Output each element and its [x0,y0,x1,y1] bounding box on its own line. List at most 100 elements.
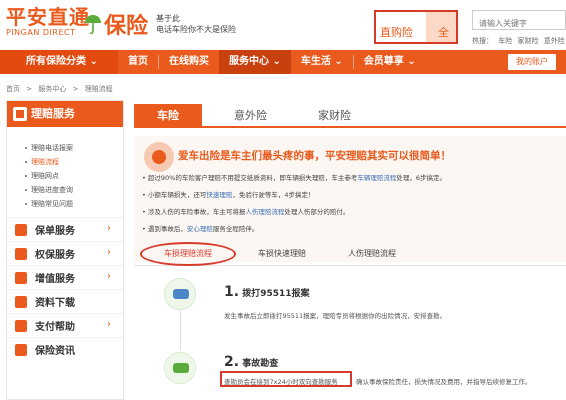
search-box [472,10,566,33]
brand-text: 保险 [104,14,149,39]
sidebar-head-claims[interactable]: 理赔服务 [7,101,123,127]
sidebar-head-label: 理赔服务 [31,107,75,120]
subtab-vehicle-damage[interactable]: 车损理赔流程 [146,244,230,264]
sidebar-sub-outlets[interactable]: 理赔网点 [25,169,123,183]
breadcrumb-separator: > [26,85,33,93]
sidebar-item-payment[interactable]: 支付帮助 › [7,313,123,337]
insurance-brand: 保险 基于此 电话车险你不大是保险 [84,8,236,40]
hot-link-accident[interactable]: 意外险 [544,37,565,45]
slogan-line-2: 电话车险你不大是保险 [156,25,237,34]
claim-steps: 1. 拨打95511报案 发生事故后立即拨打95511报案，理赔专员将根据你的出… [134,270,566,400]
subtab-quick-claim[interactable]: 车损快速理赔 [240,244,324,264]
breadcrumb-separator: > [72,85,79,93]
step-1-title-text: 拨打95511报案 [242,289,310,299]
hot-link-home[interactable]: 家财险 [517,37,538,45]
sidebar-item-label: 增值服务 [35,274,75,285]
sidebar-sub-phone-report[interactable]: 理赔电话报案 [25,141,123,155]
step-2-description-rest: 确认事故保险责任，损失情况及费用，并指导后续修复工作。 [356,378,532,386]
nav-service-center[interactable]: 服务中心 ⌄ [219,50,291,74]
chevron-down-icon: ⌄ [407,56,416,67]
chevron-down-icon: ⌄ [89,56,98,67]
service-sidebar: 理赔服务 理赔电话报案 理赔流程 理赔网点 理赔进度查询 理赔常见问题 保单服务… [6,100,124,400]
claims-icon [13,107,27,121]
hot-link-car[interactable]: 车险 [498,37,512,45]
breadcrumb-home[interactable]: 首页 [6,85,20,93]
nav-car-life-label: 车生活 [300,56,331,67]
bullet-text: • 遇到事故后， [142,225,187,233]
main-nav: 所有保险分类 ⌄ 首页 在线购买 服务中心 ⌄ 车生活 ⌄ 会员尊享 ⌄ 我的账… [0,50,566,74]
payment-icon [15,319,27,332]
survey-car-icon [164,352,196,384]
injury-claim-link[interactable]: 人伤理赔流程 [245,208,284,216]
sidebar-sub-progress[interactable]: 理赔进度查询 [25,183,123,197]
chevron-down-icon: ⌄ [334,56,343,67]
slogan: 基于此 电话车险你不大是保险 [156,13,236,35]
sidebar-item-news[interactable]: 保险资讯 [7,337,123,361]
sidebar-item-rights[interactable]: 权保服务 › [7,241,123,265]
sidebar-item-label: 保险资讯 [35,346,75,357]
bullet-text: • 涉及人伤的车险事故，车主可将报 [142,208,246,216]
chevron-right-icon: › [107,319,111,330]
phone-report-icon [164,278,196,310]
nav-all-categories[interactable]: 所有保险分类 ⌄ [0,50,118,74]
logo-main-text: 平安直通 [6,5,90,29]
banner-bullet: • 涉及人伤的车险事故，车主可将报人伤理赔流程处理人伤部分的赔付。 [142,204,562,221]
tab-car[interactable]: 车险 [134,104,202,128]
sidebar-item-label: 支付帮助 [35,322,75,333]
banner-bullets: • 超过90%的车险客户理赔不用提交纸质资料，即车辆损失理赔，车主参考车辆理赔流… [142,170,562,238]
breadcrumb-service[interactable]: 服务中心 [38,85,66,93]
nav-car-life[interactable]: 车生活 ⌄ [291,50,353,74]
nav-service-center-label: 服务中心 [229,56,269,67]
banner-title: 爱车出险是车主们最头疼的事，平安理赔其实可以很简单！ [178,150,451,162]
nav-member[interactable]: 会员尊享 ⌄ [354,50,426,74]
main-content: 车险 意外险 家财险 爱车出险是车主们最头疼的事，平安理赔其实可以很简单！ • … [134,100,566,400]
step-2-title: 2. 事故勘查 [224,354,278,370]
sidebar-item-value-added[interactable]: 增值服务 › [7,265,123,289]
nav-member-label: 会员尊享 [363,56,404,67]
promo-text-1: 直购险 [380,26,413,39]
sidebar-item-label: 保单服务 [35,226,75,237]
search-input[interactable] [473,14,565,33]
banner-bullet: • 小额车辆损失，还可快速理赔，免验行驶等车，4步搞定！ [142,187,562,204]
banner-bullet: • 超过90%的车险客户理赔不用提交纸质资料，即车辆损失理赔，车主参考车辆理赔流… [142,170,562,187]
step-1-description: 发生事故后立即拨打95511报案，理赔专员将根据你的出险情况，安排查勘。 [224,312,447,320]
quick-claim-link[interactable]: 快速理赔 [206,191,232,199]
news-icon [15,343,27,356]
tab-home-property[interactable]: 家财险 [318,104,351,128]
promo-banner[interactable]: 直购险 全 [374,10,458,44]
step-2-title-text: 事故勘查 [242,359,279,369]
nav-buy-online[interactable]: 在线购买 [159,50,219,74]
subtab-injury-claim[interactable]: 人伤理赔流程 [330,244,414,264]
tab-accident[interactable]: 意外险 [234,104,267,128]
promo-text-2: 全 [438,26,449,39]
nav-home[interactable]: 首页 [118,50,158,74]
process-subtabs: 车损理赔流程 车损快速理赔 人伤理赔流程 [134,240,566,266]
rights-icon [15,247,27,260]
sidebar-item-downloads[interactable]: 资料下载 [7,289,123,313]
chevron-right-icon: › [107,271,111,282]
step-2-description-highlight: 查勘员会在接到7x24小时双向查勘服务 [224,378,338,386]
hot-label: 热搜： [472,37,493,45]
my-account-button[interactable]: 我的账户 [508,54,556,70]
bullet-text: • 小额车辆损失，还可 [142,191,207,199]
pingan-direct-logo[interactable]: 平安直通 PINGAN DIRECT [6,6,90,38]
sidebar-sub-faq[interactable]: 理赔常见问题 [25,197,123,211]
sidebar-sub-claim-process[interactable]: 理赔流程 [25,155,123,169]
step-2-number: 2. [224,354,240,370]
sidebar-sub-list: 理赔电话报案 理赔流程 理赔网点 理赔进度查询 理赔常见问题 [7,127,123,217]
umbrella-icon [85,15,101,35]
sidebar-item-label: 资料下载 [35,298,75,309]
value-added-icon [15,271,27,284]
bullet-text: 处理人伤部分的赔付。 [284,208,350,216]
step-1-number: 1. [224,284,240,300]
sidebar-item-policy[interactable]: 保单服务 › [7,217,123,241]
logo-sub-text: PINGAN DIRECT [6,28,76,37]
bullet-text: 服务全程陪伴。 [212,225,259,233]
slogan-line-1: 基于此 [156,14,181,23]
service-agent-icon [144,142,174,172]
chevron-right-icon: › [107,247,111,258]
download-icon [15,295,27,308]
claim-process-link[interactable]: 车辆理赔流程 [357,174,396,182]
peace-of-mind-link[interactable]: 安心理赔 [187,225,213,233]
nav-all-categories-label: 所有保险分类 [26,56,86,67]
